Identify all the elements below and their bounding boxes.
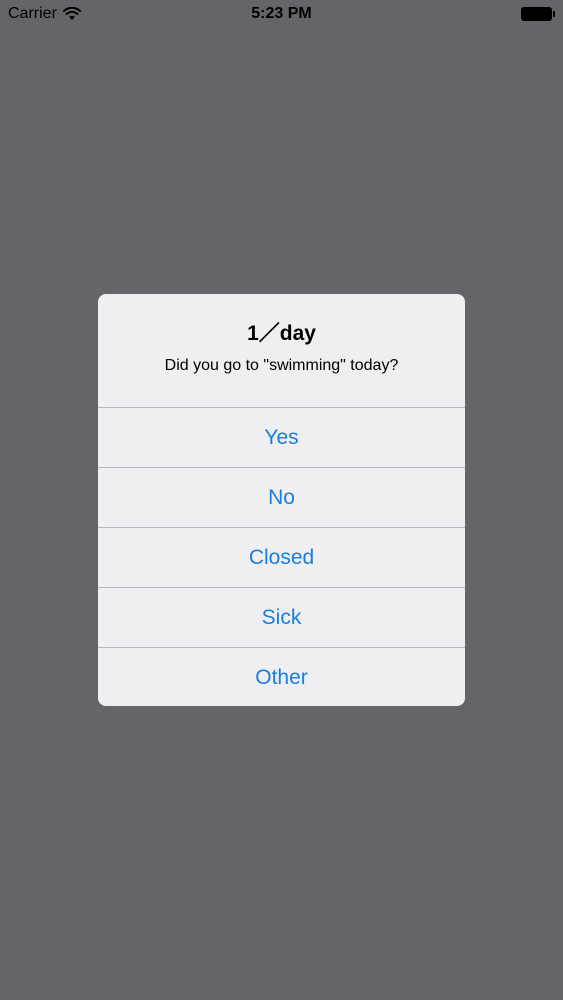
- battery-icon: [521, 7, 555, 21]
- other-button[interactable]: Other: [98, 648, 465, 706]
- alert-message: Did you go to "swimming" today?: [164, 357, 399, 374]
- alert-dialog: 1／day Did you go to "swimming" today? Ye…: [98, 294, 465, 706]
- status-time: 5:23 PM: [251, 5, 312, 22]
- no-button[interactable]: No: [98, 468, 465, 528]
- status-bar: Carrier 5:23 PM: [0, 0, 563, 30]
- alert-title: 1／day: [247, 322, 316, 345]
- closed-button[interactable]: Closed: [98, 528, 465, 588]
- alert-header: 1／day Did you go to "swimming" today?: [98, 294, 465, 408]
- yes-button[interactable]: Yes: [98, 408, 465, 468]
- sick-button[interactable]: Sick: [98, 588, 465, 648]
